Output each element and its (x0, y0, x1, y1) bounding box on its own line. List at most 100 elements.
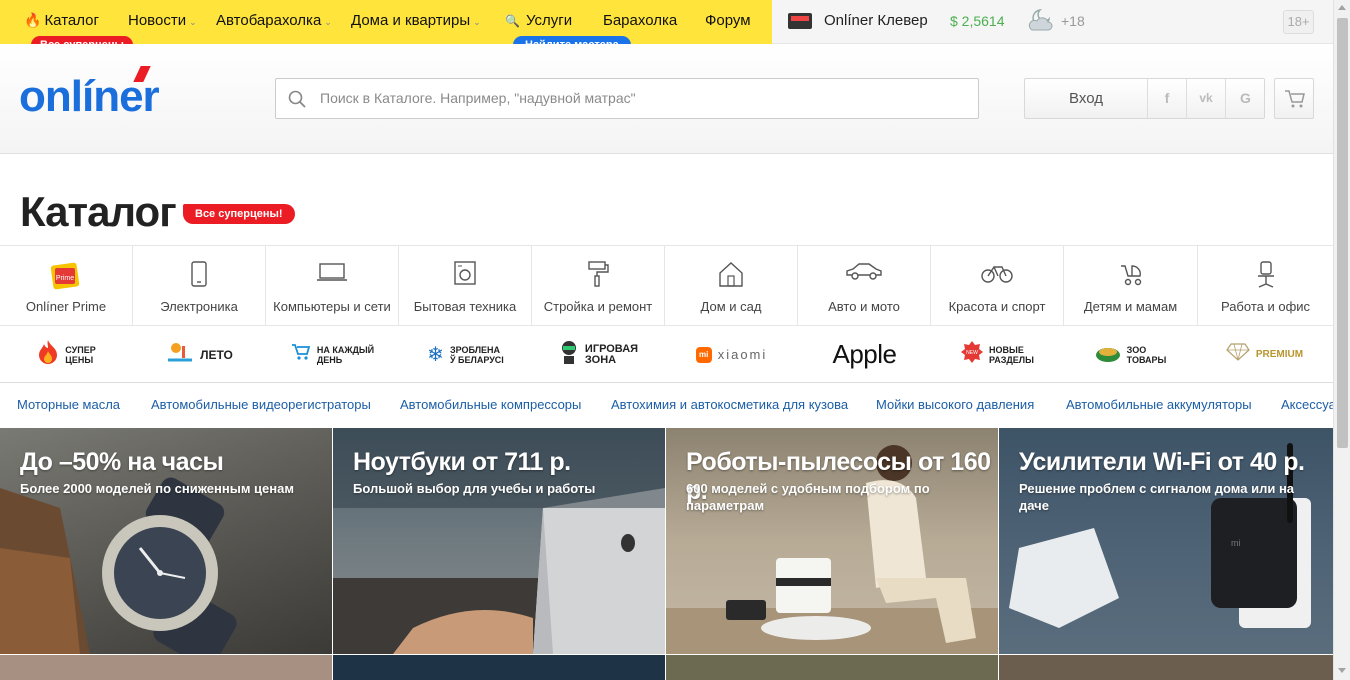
scroll-up-arrow-icon[interactable] (1338, 5, 1346, 10)
banner-subtitle: 600 моделей с удобным подбором по параме… (686, 481, 930, 513)
currency-rate[interactable]: $ 2,5614 (950, 13, 1005, 29)
google-login-icon[interactable]: G (1226, 79, 1265, 118)
promo-banner-next-row[interactable] (0, 655, 332, 680)
category-appliances[interactable]: Бытовая техника (399, 246, 532, 326)
category-work-office[interactable]: Работа и офис (1198, 246, 1333, 326)
promo-banner-robot-vacuums[interactable]: Роботы-пылесосы от 160 р. 600 моделей с … (666, 428, 998, 654)
vk-login-icon[interactable]: vk (1187, 79, 1226, 118)
svg-text:Prime: Prime (56, 275, 74, 282)
banner-subtitle: Большой выбор для учебы и работы (353, 481, 596, 496)
fire-icon: 🔥 (24, 12, 42, 28)
cart-button[interactable] (1274, 78, 1314, 119)
chevron-down-icon: ⌄ (473, 17, 481, 27)
promo-banner-watches[interactable]: До –50% на часы Более 2000 моделей по сн… (0, 428, 332, 654)
banner-title: Усилители Wi-Fi от 40 р. (1019, 448, 1305, 476)
facebook-login-icon[interactable]: f (1148, 79, 1187, 118)
car-icon (845, 260, 883, 287)
nav-item-catalog[interactable]: 🔥 Каталог (24, 12, 99, 29)
search-icon (288, 90, 306, 113)
banner-title: Ноутбуки от 711 р. (353, 448, 571, 476)
quick-link[interactable]: Автомобильные видеорегистраторы (151, 397, 371, 412)
nav-item-realty[interactable]: Дома и квартиры ⌄ (351, 12, 481, 29)
svg-text:NEW: NEW (966, 350, 978, 356)
bicycle-icon (980, 260, 1014, 289)
nav-item-forum[interactable]: Форум (705, 12, 751, 29)
category-computers[interactable]: Компьютеры и сети (266, 246, 399, 326)
apple-text: Apple (832, 339, 898, 369)
page: 🔥 Каталог Новости ⌄ Автобарахолка ⌄ Дома и … (0, 0, 1350, 680)
paint-roller-icon (586, 260, 610, 293)
snowflake-icon: ❄ (427, 344, 444, 366)
promo-new-sections[interactable]: NEW НОВЫЕ РАЗДЕЛЫ (931, 326, 1064, 383)
site-header: onlíner Поиск в Каталоге. Например, "над… (0, 44, 1333, 154)
banner-subtitle: Более 2000 моделей по сниженным ценам (20, 481, 294, 496)
washer-icon (453, 260, 477, 291)
banner-subtitle: Решение проблем с сигналом дома или на д… (1019, 481, 1295, 513)
gamer-icon (559, 339, 579, 370)
nav-item-news[interactable]: Новости ⌄ (128, 12, 197, 29)
house-icon (717, 260, 745, 293)
nav-item-services[interactable]: 🔍 Услуги (505, 12, 572, 29)
quick-link[interactable]: Аксессуары (1281, 397, 1333, 412)
category-home-garden[interactable]: Дом и сад (665, 246, 798, 326)
laptop-icon (316, 260, 348, 289)
cart-icon (1284, 89, 1306, 114)
search-input[interactable]: Поиск в Каталоге. Например, "надувной ма… (275, 78, 979, 119)
category-electronics[interactable]: Электроника (133, 246, 266, 326)
promo-banner-next-row[interactable] (333, 655, 665, 680)
nav-item-autobaraholka[interactable]: Автобарахолка ⌄ (216, 12, 332, 29)
promo-gaming-zone[interactable]: ИГРОВАЯ ЗОНА (532, 326, 665, 383)
promo-zoo[interactable]: ЗОО ТОВАРЫ (1064, 326, 1197, 383)
cart-icon (291, 343, 311, 366)
quick-links: Моторные масла Автомобильные видеорегист… (0, 384, 1333, 428)
promo-summer[interactable]: ЛЕТО (133, 326, 266, 383)
top-navigation: 🔥 Каталог Новости ⌄ Автобарахолка ⌄ Дома и … (0, 0, 1333, 54)
age-limit-badge: 18+ (1283, 10, 1314, 34)
quick-link[interactable]: Автомобильные компрессоры (400, 397, 581, 412)
page-scrollbar[interactable] (1333, 0, 1350, 680)
quick-link[interactable]: Мойки высокого давления (876, 397, 1034, 412)
category-auto-moto[interactable]: Авто и мото (798, 246, 931, 326)
temperature[interactable]: +18 (1061, 13, 1085, 29)
auth-panel: Вход f vk G (1024, 78, 1265, 119)
promo-xiaomi[interactable]: mi xiaomi (665, 326, 798, 383)
nav-item-baraholka[interactable]: Барахолка (603, 12, 677, 29)
banner-title: До –50% на часы (20, 448, 224, 476)
category-beauty-sport[interactable]: Красота и спорт (931, 246, 1064, 326)
promo-everyday[interactable]: НА КАЖДЫЙ ДЕНЬ (266, 326, 399, 383)
scrollbar-thumb[interactable] (1337, 18, 1348, 448)
category-onliner-prime[interactable]: Prime Onlíner Prime (0, 246, 133, 326)
promo-super-prices[interactable]: СУПЕР ЦЕНЫ (0, 326, 133, 383)
new-badge-icon: NEW (961, 341, 984, 368)
mi-icon: mi (695, 346, 712, 363)
chevron-down-icon: ⌄ (189, 17, 197, 27)
search-placeholder: Поиск в Каталоге. Например, "надувной ма… (320, 90, 636, 106)
weather-moon-cloud-icon (1026, 6, 1056, 39)
promo-apple[interactable]: Apple (798, 326, 931, 383)
scroll-down-arrow-icon[interactable] (1338, 668, 1346, 673)
clever-link[interactable]: Onlíner Клевер (824, 12, 928, 29)
stroller-icon (1117, 260, 1145, 293)
onliner-logo[interactable]: onlíner (19, 66, 160, 122)
chevron-down-icon: ⌄ (324, 17, 332, 27)
promo-banner-laptops[interactable]: Ноутбуки от 711 р. Большой выбор для уче… (333, 428, 665, 654)
promo-made-in-belarus[interactable]: ❄ ЗРОБЛЕНА Ў БЕЛАРУСІ (399, 326, 532, 383)
superprice-badge[interactable]: Все суперцены! (183, 204, 295, 224)
category-construction[interactable]: Стройка и ремонт (532, 246, 665, 326)
promo-strip: СУПЕР ЦЕНЫ ЛЕТО НА КАЖДЫЙ ДЕНЬ ❄ ЗРОБЛЕНА Ў… (0, 326, 1333, 383)
quick-link[interactable]: Моторные масла (17, 397, 120, 412)
phone-icon (189, 260, 209, 293)
flame-icon (37, 339, 59, 370)
login-button[interactable]: Вход (1025, 79, 1148, 118)
svg-text:mi: mi (1231, 538, 1241, 548)
promo-premium[interactable]: PREMIUM (1198, 326, 1331, 383)
wrench-icon: 🔍 (505, 14, 520, 28)
promo-banner-next-row[interactable] (666, 655, 998, 680)
diamond-icon (1226, 343, 1250, 366)
category-kids-moms[interactable]: Детям и мамам (1064, 246, 1198, 326)
quick-link[interactable]: Автомобильные аккумуляторы (1066, 397, 1252, 412)
promo-banner-wifi-extenders[interactable]: mi Усилители Wi-Fi от 40 р. Решение проб… (999, 428, 1333, 654)
promo-banner-next-row[interactable] (999, 655, 1333, 680)
office-chair-icon (1254, 260, 1278, 295)
quick-link[interactable]: Автохимия и автокосметика для кузова (611, 397, 848, 412)
